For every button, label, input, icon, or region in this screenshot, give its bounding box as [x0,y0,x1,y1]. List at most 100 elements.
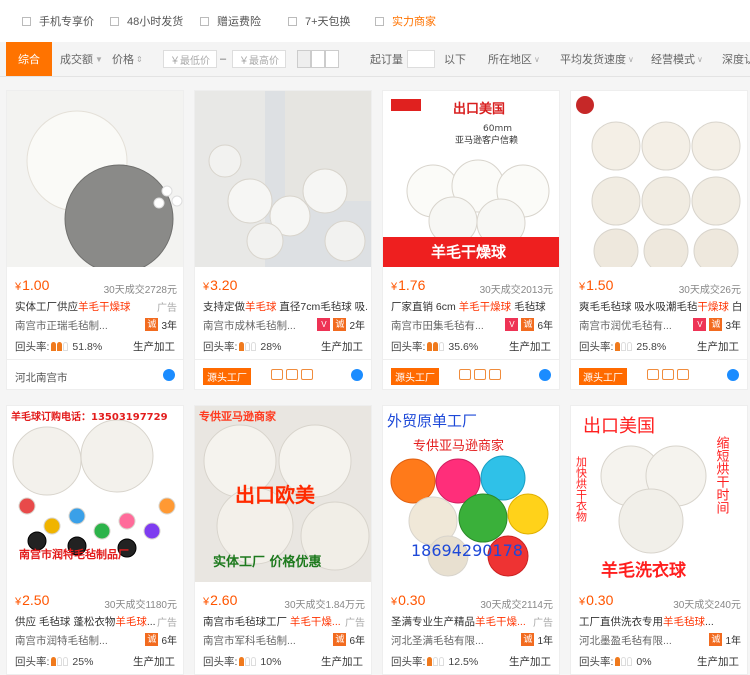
filter-bar: 手机专享价 48小时发货 赠运费险 7+天包换 实力商家 [0,0,750,43]
filter-7day-exchange[interactable]: 7+天包换 [288,14,351,28]
svg-text:羊毛球订购电话：13503197729: 羊毛球订购电话：13503197729 [11,410,168,423]
checkbox-icon[interactable] [288,16,297,26]
svg-text:亚马逊客户信赖: 亚马逊客户信赖 [455,134,518,146]
business-mode: 生产加工 [697,656,739,668]
buyer-level-icon [51,342,69,351]
product-card[interactable]: ¥3.20 支持定做羊毛球 直径7cm毛毡球 吸... 南宫市成林毛毡制... … [194,90,372,390]
service-icon-1 [271,369,283,380]
shop-name[interactable]: 南宫市田集毛毡有... [391,318,484,333]
card-footer: 源头工厂 [195,359,371,390]
sales-volume: 30天成交1180元 [104,600,177,611]
product-photo[interactable]: 羊毛球订购电话：13503197729 南宫市润特毛毡制品厂 [7,406,183,582]
membership-years: 6年 [161,636,177,647]
service-icons [647,369,689,380]
product-image[interactable]: 出口美国 缩短烘干时间 加快烘干衣物 羊毛洗衣球 [571,406,747,582]
product-card[interactable]: 出口美国 60mm 亚马逊客户信赖 羊毛干燥球 ¥1.76 30天成交2013元 厂家… [382,90,560,390]
product-image[interactable]: 羊毛球订购电话：13503197729 南宫市润特毛毡制品厂 [7,406,183,582]
shop-name[interactable]: 南宫市润特毛毡制... [15,633,108,648]
product-card[interactable]: 出口美国 缩短烘干时间 加快烘干衣物 羊毛洗衣球 ¥0.30 30天成交240元 工厂… [570,405,748,675]
source-factory-badge[interactable]: 源头工厂 [579,368,627,385]
product-card[interactable]: ¥1.00 30天成交2728元 实体工厂供应羊毛干燥球 广告 南宫市正瑞毛毡制… [6,90,184,390]
checkbox-icon[interactable] [110,16,119,26]
filter-freight-insurance[interactable]: 赠运费险 [200,14,261,28]
view-toggle-grid[interactable] [297,50,311,68]
service-icon-2 [662,369,674,380]
business-mode: 生产加工 [133,656,175,668]
source-factory-badge[interactable]: 源头工厂 [203,368,251,385]
view-toggle-list[interactable] [311,50,325,68]
source-factory-badge[interactable]: 源头工厂 [391,368,439,385]
shop-name[interactable]: 河北圣满毛毡有限... [391,633,484,648]
product-photo[interactable]: 出口美国缩短烘干时间 加快烘干衣物羊毛洗衣球 [571,406,747,582]
product-price: ¥0.30 [579,592,614,608]
moq-input[interactable] [407,50,435,68]
sort-volume[interactable]: 成交额 ▼ [60,42,103,76]
max-price-input[interactable]: ￥最高价 [232,50,286,68]
moq-below: 以下 [444,54,466,66]
ad-label: 广告 [531,614,553,629]
shop-name[interactable]: 南宫市润优毛毡有... [579,318,672,333]
product-image[interactable] [195,91,371,267]
product-card[interactable]: 外贸原单工厂 专供亚马逊商家 18694290178 ¥0.30 30天成交2114… [382,405,560,675]
filter-48h-ship[interactable]: 48小时发货 [110,14,183,28]
filter-biz-mode[interactable]: 经营模式 ∨ [651,42,703,76]
shop-name[interactable]: 河北墨盈毛毡有限... [579,633,672,648]
shop-badges: 诚 3年 [145,317,177,332]
shop-badges: 诚 1年 [521,632,553,647]
wangwang-chat-icon[interactable] [351,369,363,381]
product-photo[interactable]: 外贸原单工厂专供亚马逊商家 18694290178 [383,406,559,582]
wangwang-chat-icon[interactable] [163,369,175,381]
product-photo[interactable] [571,91,747,267]
sort-comprehensive[interactable]: 综合 [6,42,52,76]
checkbox-icon[interactable] [375,16,384,26]
product-title[interactable]: 支持定做羊毛球 直径7cm毛毡球 吸... [203,299,367,313]
sales-volume: 30天成交2114元 [480,600,553,611]
shop-name[interactable]: 南宫市成林毛毡制... [203,318,296,333]
product-card[interactable]: 专供亚马逊商家 出口欧美 实体工厂 价格优惠 ¥2.60 30天成交1.84万元 南… [194,405,372,675]
product-image[interactable]: 外贸原单工厂 专供亚马逊商家 18694290178 [383,406,559,582]
filter-ship-speed[interactable]: 平均发货速度 ∨ [560,42,634,76]
sales-volume: 30天成交240元 [673,600,741,611]
chengxintong-icon: 诚 [521,633,535,646]
product-card[interactable]: 羊毛球订购电话：13503197729 南宫市润特毛毡制品厂 ¥2.50 30天成… [6,405,184,675]
filter-region[interactable]: 所在地区 ∨ [488,42,540,76]
product-image[interactable]: 出口美国 60mm 亚马逊客户信赖 羊毛干燥球 [383,91,559,267]
repeat-rate: 回头率: 10% [203,655,282,669]
product-title[interactable]: 厂家直销 6cm 羊毛干燥球 毛毡球 [391,299,555,313]
product-image[interactable] [571,91,747,267]
checkbox-icon[interactable] [200,16,209,26]
product-image[interactable] [7,91,183,267]
service-icon-3 [677,369,689,380]
service-icon-2 [474,369,486,380]
view-toggle-compact[interactable] [325,50,339,68]
wangwang-chat-icon[interactable] [727,369,739,381]
chevron-down-icon: ∨ [628,54,634,64]
filter-depth-verify[interactable]: 深度认 [722,42,750,76]
membership-years: 6年 [349,636,365,647]
shop-name[interactable]: 南宫市军科毛毡制... [203,633,296,648]
repeat-rate: 回头率: 12.5% [391,655,479,669]
shop-name[interactable]: 南宫市正瑞毛毡制... [15,318,108,333]
service-icon-3 [489,369,501,380]
membership-years: 1年 [725,636,741,647]
product-title[interactable]: 爽毛毛毡球 吸水吸潮毛毡干燥球 白... [579,299,743,313]
sort-price[interactable]: 价格 ⇕ [112,42,143,76]
wangwang-chat-icon[interactable] [539,369,551,381]
product-photo[interactable] [195,91,371,267]
product-price: ¥3.20 [203,277,238,293]
product-image[interactable]: 专供亚马逊商家 出口欧美 实体工厂 价格优惠 [195,406,371,582]
filter-mobile-price[interactable]: 手机专享价 [22,14,94,28]
product-photo[interactable]: 专供亚马逊商家出口欧美实体工厂 价格优惠 [195,406,371,582]
product-photo[interactable]: 出口美国 60mm亚马逊客户信赖羊毛干燥球 [383,91,559,267]
min-price-input[interactable]: ￥最低价 [163,50,217,68]
checkbox-icon[interactable] [22,16,31,26]
product-card[interactable]: ¥1.50 30天成交26元 爽毛毛毡球 吸水吸潮毛毡干燥球 白... 南宫市润… [570,90,748,390]
product-title[interactable]: 工厂直供洗衣专用羊毛毡球... [579,614,743,628]
product-photo[interactable] [7,91,183,267]
chengxintong-icon: 诚 [333,633,347,646]
buyer-level-icon [239,657,257,666]
filter-power-merchant[interactable]: 实力商家 [375,14,436,28]
product-price: ¥2.60 [203,592,238,608]
shop-location: 河北南宫市 [15,372,68,384]
business-mode: 生产加工 [509,341,551,353]
